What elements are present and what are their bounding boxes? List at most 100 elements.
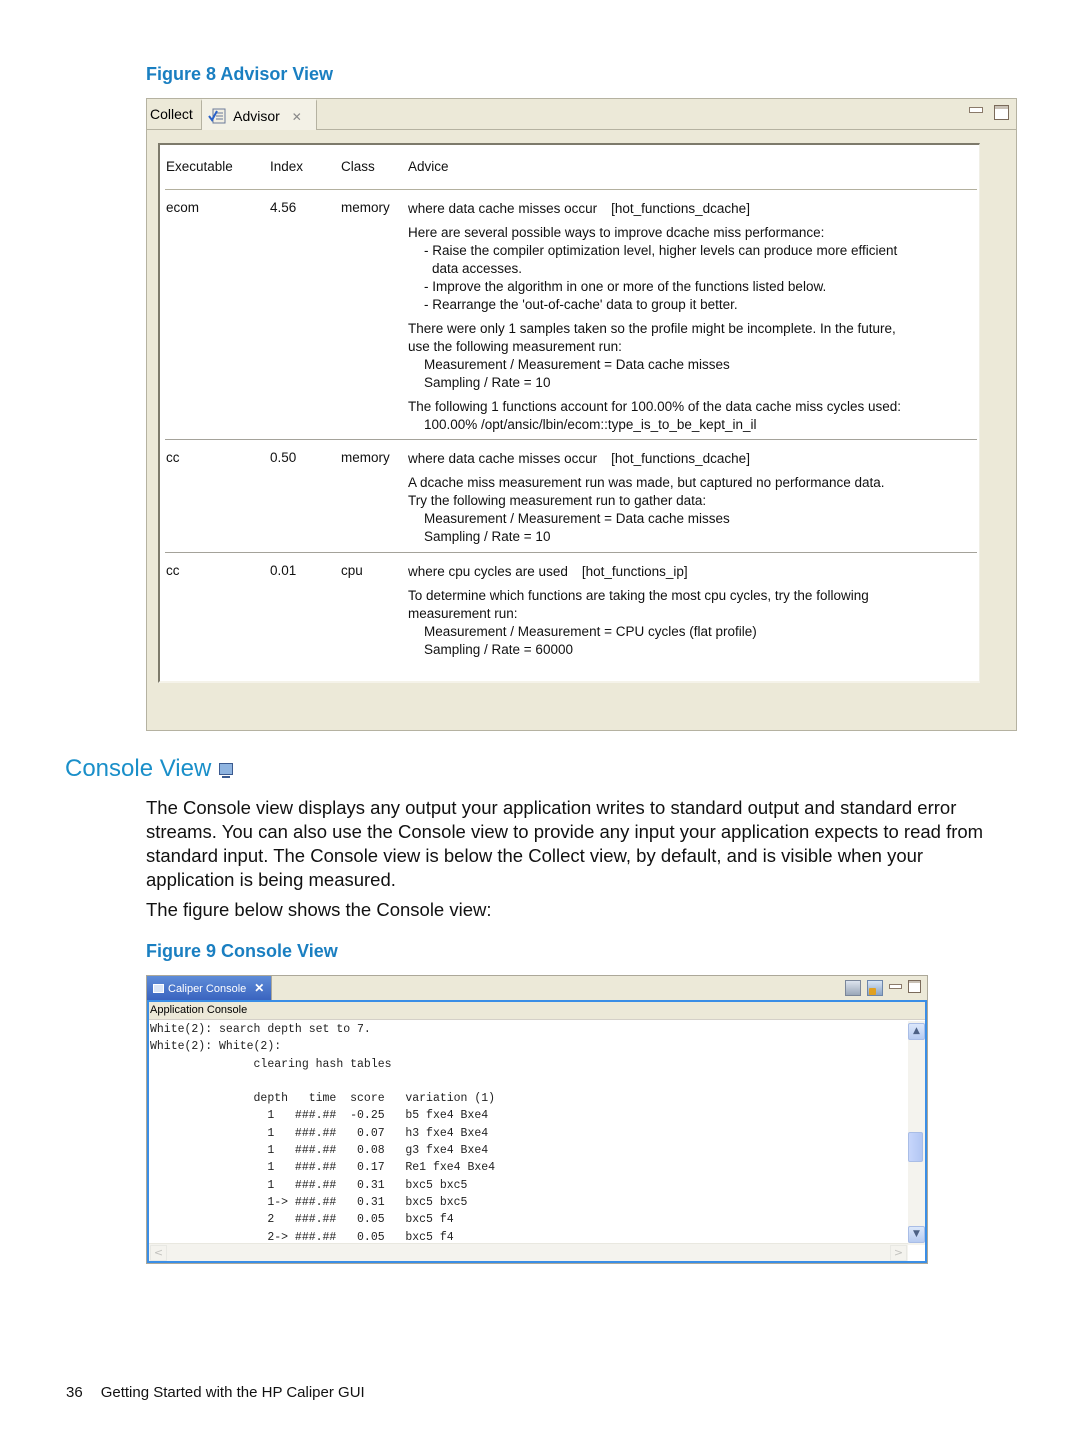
advice-line: Measurement / Measurement = CPU cycles (… (424, 624, 757, 639)
tab-advisor-label: Advisor (233, 108, 280, 124)
minimize-button[interactable] (889, 984, 902, 989)
advice-heading-text: where cpu cycles are used (408, 564, 568, 579)
advice-line: - Raise the compiler optimization level,… (424, 243, 898, 258)
advice-tag: [hot_functions_ip] (581, 564, 688, 579)
advice-line: Measurement / Measurement = Data cache m… (424, 357, 730, 372)
advice-line: Sampling / Rate = 60000 (424, 642, 573, 657)
tab-caliper-console-label: Caliper Console (168, 983, 247, 995)
scroll-down-button[interactable]: ▼ (908, 1226, 925, 1243)
scrollbar-thumb[interactable] (908, 1132, 923, 1162)
figure-8-caption: Figure 8 Advisor View (146, 64, 334, 84)
close-tab-icon[interactable]: ✕ (292, 102, 302, 132)
cell-advice: where data cache misses occur [hot_functi… (408, 190, 973, 434)
advice-heading-text: where data cache misses occur (408, 451, 598, 466)
table-header: Executable Index Class Advice (165, 145, 977, 190)
figure-9-caption: Figure 9 Console View (146, 941, 338, 961)
advice-line: The following 1 functions account for 10… (408, 399, 902, 414)
advice-tag: [hot_functions_dcache] (611, 201, 750, 216)
advice-line: To determine which functions are taking … (408, 588, 869, 603)
advice-paragraph: There were only 1 samples taken so the p… (408, 320, 973, 392)
console-line: 2-> ###.## 0.05 bxc5 f4 (150, 1230, 454, 1243)
maximize-button[interactable] (908, 980, 921, 993)
console-line: White(2): White(2): (150, 1040, 282, 1054)
cell-advice: where data cache misses occur [hot_functi… (408, 440, 973, 546)
advice-paragraph: A dcache miss measurement run was made, … (408, 474, 973, 546)
advice-line: measurement run: (408, 606, 518, 621)
advice-paragraph: To determine which functions are taking … (408, 587, 973, 659)
advisor-table: Executable Index Class Advice ecom 4.56 me… (165, 145, 977, 688)
advice-line: There were only 1 samples taken so the p… (408, 321, 896, 336)
section-heading: Console View (65, 755, 234, 783)
advice-heading-text: where data cache misses occur (408, 201, 598, 216)
scroll-up-button[interactable]: ▲ (908, 1023, 925, 1040)
console-view-window: Caliper Console ✕ Application Console Whi… (146, 975, 928, 1264)
console-output[interactable]: White(2): search depth set to 7. White(2)… (150, 1021, 908, 1243)
maximize-button[interactable] (994, 105, 1009, 120)
column-header-executable[interactable]: Executable (166, 159, 233, 174)
column-header-advice[interactable]: Advice (408, 159, 449, 174)
scroll-left-button[interactable]: < (150, 1245, 167, 1261)
column-header-class[interactable]: Class (341, 159, 375, 174)
advice-heading: where data cache misses occur [hot_functi… (408, 450, 973, 468)
console-line: 1 ###.## 0.31 bxc5 bxc5 (150, 1178, 468, 1192)
paragraph-console-description: The Console view displays any output you… (146, 797, 984, 890)
page-footer: 36 Getting Started with the HP Caliper GU… (66, 1384, 365, 1401)
cell-class: memory (341, 200, 390, 215)
console-icon (153, 984, 164, 993)
cell-executable: cc (166, 450, 180, 465)
table-row[interactable]: ecom 4.56 memory where data cache misses oc… (165, 190, 977, 440)
console-line: 2 ###.## 0.05 bxc5 f4 (150, 1213, 454, 1227)
console-line: depth time score variation (1) (150, 1092, 496, 1106)
tab-bar: Collect Advisor ✕ (147, 99, 1016, 130)
tab-advisor[interactable]: Advisor ✕ (201, 99, 317, 130)
clear-console-icon[interactable] (845, 980, 861, 996)
advice-tag: [hot_functions_dcache] (611, 451, 750, 466)
cell-index: 4.56 (270, 200, 297, 215)
tab-caliper-console[interactable]: Caliper Console ✕ (147, 976, 272, 1000)
console-line: 1 ###.## 0.08 g3 fxe4 Bxe4 (150, 1144, 489, 1158)
cell-executable: cc (166, 563, 180, 578)
advice-paragraph: The following 1 functions account for 10… (408, 398, 973, 434)
advisor-table-panel: Executable Index Class Advice ecom 4.56 me… (158, 143, 980, 683)
cell-index: 0.50 (270, 450, 297, 465)
advice-line: data accesses. (432, 261, 523, 276)
console-line: 1 ###.## -0.25 b5 fxe4 Bxe4 (150, 1109, 489, 1123)
vertical-scrollbar[interactable]: ▲ ▼ (908, 1021, 925, 1245)
horizontal-scrollbar[interactable]: < > (149, 1243, 908, 1261)
section-title-text: Console View (65, 755, 212, 782)
advice-line: 100.00% /opt/ansic/lbin/ecom::type_is_to… (424, 417, 757, 432)
advice-paragraph: Here are several possible ways to improv… (408, 224, 973, 314)
advice-line: Measurement / Measurement = Data cache m… (424, 511, 730, 526)
console-line: 1-> ###.## 0.31 bxc5 bxc5 (150, 1195, 468, 1209)
cell-index: 0.01 (270, 563, 297, 578)
close-tab-icon[interactable]: ✕ (254, 981, 264, 995)
console-line: 1 ###.## 0.17 Re1 fxe4 Bxe4 (150, 1161, 496, 1175)
paragraph-figure-intro: The figure below shows the Console view: (146, 899, 492, 920)
scroll-right-button[interactable]: > (890, 1245, 907, 1261)
console-monitor-icon (219, 763, 234, 778)
column-header-index[interactable]: Index (270, 159, 303, 174)
advice-line: Here are several possible ways to improv… (408, 225, 825, 240)
console-line: clearing hash tables (150, 1057, 392, 1071)
page-number: 36 (66, 1384, 83, 1401)
cell-executable: ecom (166, 200, 200, 215)
advice-line: use the following measurement run: (408, 339, 622, 354)
advice-line: - Rearrange the 'out-of-cache' data to g… (424, 297, 738, 312)
console-frame: Application Console White(2): search dep… (147, 1000, 927, 1263)
console-line: 1 ###.## 0.07 h3 fxe4 Bxe4 (150, 1126, 489, 1140)
cell-class: cpu (341, 563, 363, 578)
advice-line: Try the following measurement run to gat… (408, 493, 707, 508)
minimize-button[interactable] (969, 107, 983, 113)
advisor-view-window: Collect Advisor ✕ Executable Index Class… (146, 98, 1017, 731)
console-line: White(2): search depth set to 7. (150, 1023, 371, 1036)
advice-line: Sampling / Rate = 10 (424, 375, 551, 390)
table-row[interactable]: cc 0.01 cpu where cpu cycles are used [hot_f… (165, 553, 977, 688)
table-row[interactable]: cc 0.50 memory where data cache misses occu… (165, 440, 977, 553)
advice-heading: where cpu cycles are used [hot_functions_… (408, 563, 973, 581)
scroll-lock-icon[interactable] (867, 980, 883, 996)
cell-class: memory (341, 450, 390, 465)
footer-title: Getting Started with the HP Caliper GUI (100, 1384, 365, 1401)
tab-collect[interactable]: Collect (147, 99, 201, 129)
advice-heading: where data cache misses occur [hot_functi… (408, 200, 973, 218)
advice-line: Sampling / Rate = 10 (424, 529, 551, 544)
